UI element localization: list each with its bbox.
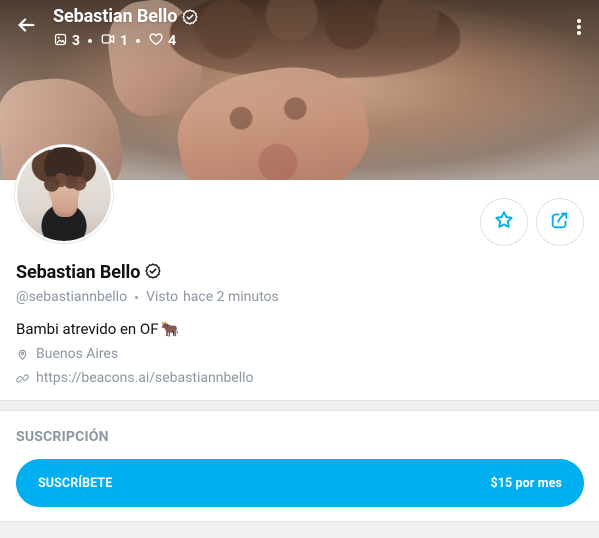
header-name: Sebastian Bello [53,6,178,27]
more-options-button[interactable] [567,14,591,44]
location-text: Buenos Aires [36,346,119,362]
back-button[interactable] [8,9,44,45]
stat-separator [136,39,141,43]
videos-stat: 1 [100,30,128,52]
verified-icon [181,8,199,26]
header-name-row: Sebastian Bello [53,4,353,29]
likes-stat: 4 [148,30,176,52]
header-stats: 3 1 4 [53,30,353,52]
stat-separator [88,39,93,43]
photo-icon [53,32,68,51]
location-pin-icon [16,348,29,361]
video-icon [100,31,116,51]
profile-bio: Bambi atrevido en OF 🐂 [16,318,179,340]
profile-card: Sebastian Bello @sebastiannbello Visto h… [0,145,599,401]
website-row[interactable]: https://beacons.ai/sebastiannbello [16,368,254,388]
last-seen-time: hace 2 minutos [183,289,279,305]
meta-separator [135,295,139,299]
bio-emoji: 🐂 [160,320,180,338]
more-vertical-icon [576,18,582,40]
subscribe-label: SUSCRÍBETE [38,475,113,491]
bio-text: Bambi atrevido en OF [16,320,159,338]
header-title-block: Sebastian Bello 3 1 4 [53,4,353,54]
share-button[interactable] [536,198,584,246]
avatar[interactable] [15,145,113,243]
profile-name: Sebastian Bello [16,262,141,283]
subscription-title: SUSCRIPCIÓN [16,429,109,445]
share-icon [549,209,571,235]
last-seen-label: Visto [146,289,179,305]
videos-count: 1 [120,33,129,49]
profile-page: Sebastian Bello 3 1 4 Sebastian Bello @s… [0,0,599,538]
avatar-image [17,147,111,241]
location-row: Buenos Aires [16,344,118,364]
subscribe-button[interactable]: SUSCRÍBETE $15 por mes [16,459,584,507]
back-arrow-icon [15,14,37,40]
verified-icon [144,262,162,284]
link-icon [16,372,29,385]
likes-count: 4 [168,33,177,49]
star-icon [493,209,515,235]
profile-name-row: Sebastian Bello [16,260,162,286]
favorite-button[interactable] [480,198,528,246]
website-link[interactable]: https://beacons.ai/sebastiannbello [36,368,254,388]
subscription-card: SUSCRIPCIÓN SUSCRÍBETE $15 por mes [0,410,599,522]
top-bar: Sebastian Bello 3 1 4 [0,0,599,60]
username: @sebastiannbello [16,289,128,305]
heart-icon [148,31,164,51]
profile-meta: @sebastiannbello Visto hace 2 minutos [16,287,279,307]
photos-stat: 3 [53,30,80,52]
photos-count: 3 [72,33,81,49]
subscription-price: $15 por mes [490,475,562,491]
